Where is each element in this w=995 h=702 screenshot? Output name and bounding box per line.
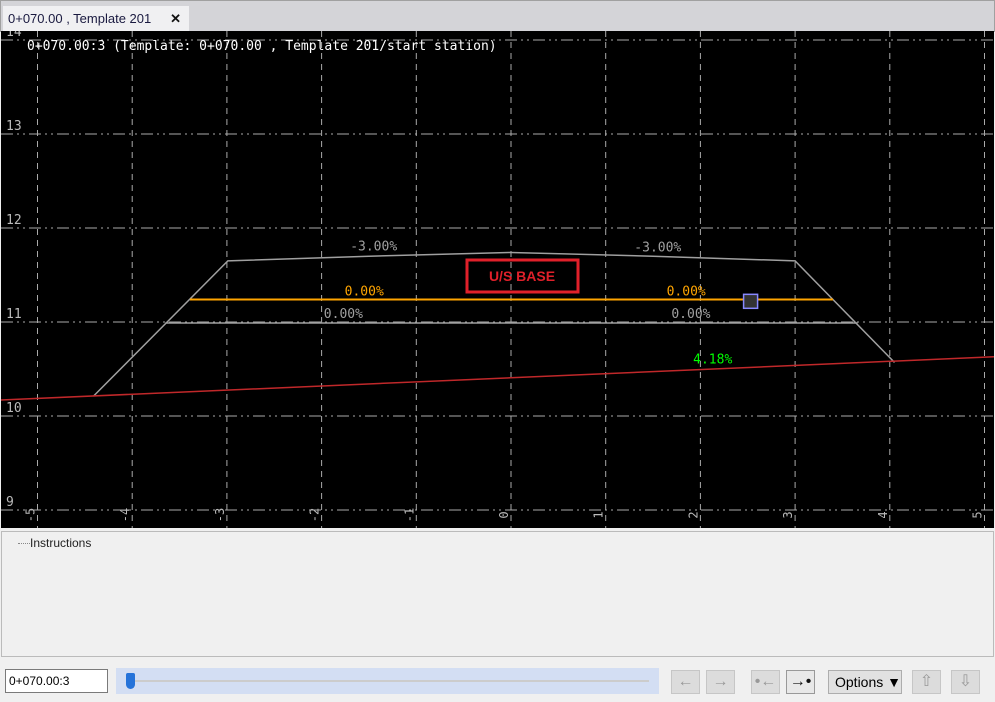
grade-label: 4.18% <box>693 352 732 367</box>
x-tick-label: 1 <box>592 511 606 518</box>
previous-button[interactable]: ← <box>671 670 700 694</box>
y-tick-label: 13 <box>6 119 22 134</box>
options-dropdown[interactable]: Options ▼ <box>828 670 902 694</box>
instructions-panel: Instructions <box>1 531 994 657</box>
tab-title: 0+070.00 , Template 201 <box>8 11 152 26</box>
series-ground <box>0 356 995 401</box>
y-tick-label: 11 <box>6 307 22 322</box>
grade-label: 0.00% <box>667 285 706 300</box>
last-station-button[interactable]: →• <box>786 670 815 694</box>
tree-connector <box>18 543 30 544</box>
annotation-text: U/S BASE <box>489 268 555 284</box>
cross-section-canvas[interactable]: -5 -4 -3 -2 -1 0 1 2 3 4 591011121314-3.00% -3.00%0… <box>0 25 995 528</box>
x-tick-label: 3 <box>781 511 795 518</box>
grip-handle[interactable] <box>742 293 759 310</box>
x-tick-label: 5 <box>971 511 985 518</box>
move-up-button[interactable]: ⇧ <box>912 670 941 694</box>
view-header: 0+070.00:3 (Template: 0+070.00 , Templat… <box>27 39 497 54</box>
x-tick-label: 4 <box>876 511 890 518</box>
station-input[interactable] <box>5 669 108 693</box>
first-station-button[interactable]: •← <box>751 670 780 694</box>
instructions-label: Instructions <box>30 536 92 550</box>
y-tick-label: 12 <box>6 213 22 228</box>
next-button[interactable]: → <box>706 670 735 694</box>
y-tick-label: 14 <box>6 31 22 40</box>
grade-label: 0.00% <box>671 307 710 322</box>
close-icon[interactable]: ✕ <box>170 6 181 32</box>
x-tick-label: 2 <box>686 511 700 518</box>
grade-label: 0.00% <box>324 307 363 322</box>
footer-toolbar: ← → •← →• Options ▼ ⇧ ⇩ <box>0 660 995 702</box>
x-tick-label: 0 <box>497 511 511 518</box>
grade-label: -3.00% <box>350 240 397 255</box>
grade-label: -3.00% <box>634 241 681 256</box>
tab-template-201[interactable]: 0+070.00 , Template 201 ✕ <box>3 6 189 32</box>
tab-bar: 0+070.00 , Template 201 ✕ <box>0 0 995 32</box>
slider-track <box>126 680 649 682</box>
y-tick-label: 10 <box>6 401 22 416</box>
cross-section-view[interactable]: -5 -4 -3 -2 -1 0 1 2 3 4 5 9 10 11 12 13 14 -3.00% -3.00% 0… <box>0 25 995 528</box>
grade-label: 0.00% <box>345 285 384 300</box>
slider-thumb[interactable] <box>126 673 135 689</box>
station-slider[interactable] <box>116 668 659 694</box>
move-down-button[interactable]: ⇩ <box>951 670 980 694</box>
y-tick-label: 9 <box>6 495 14 510</box>
